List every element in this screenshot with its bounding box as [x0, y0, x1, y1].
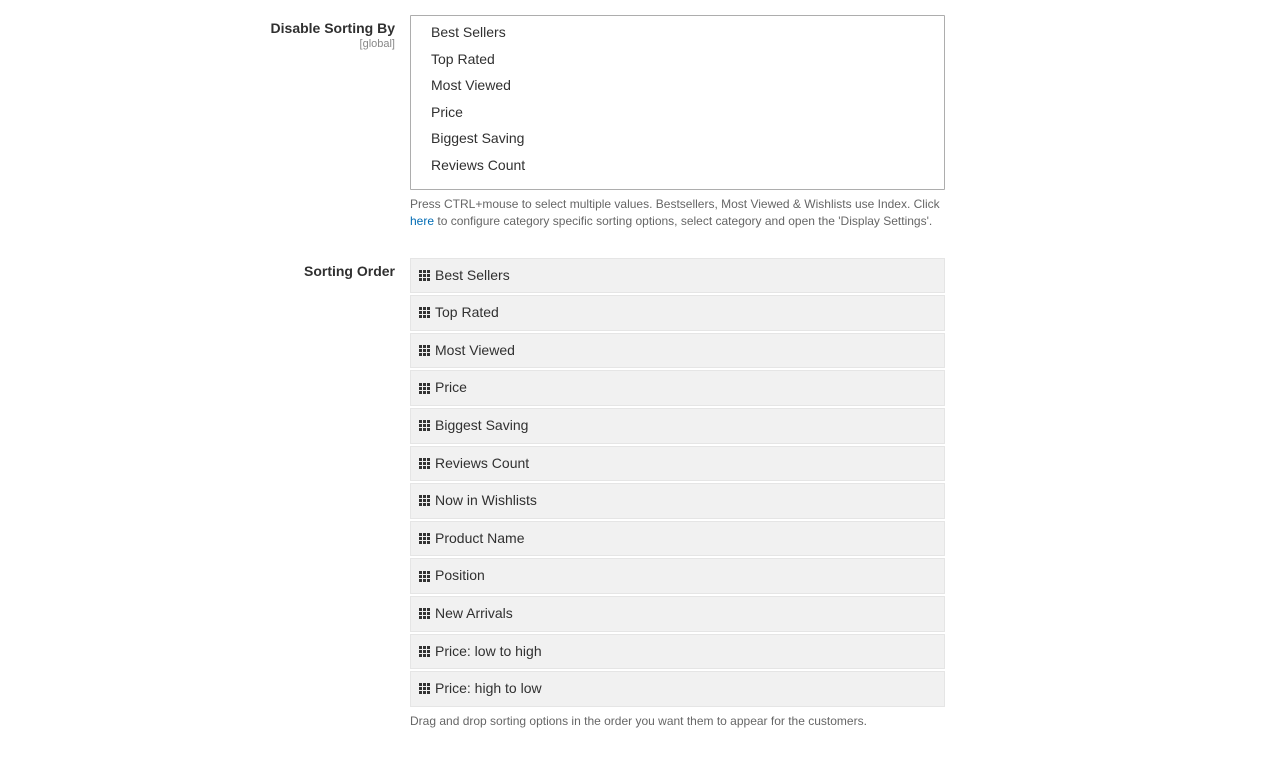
sortable-item[interactable]: Best Sellers: [410, 258, 945, 294]
sortable-item-label: Now in Wishlists: [435, 491, 537, 511]
grip-icon: [419, 533, 430, 544]
multiselect-option[interactable]: Top Rated: [411, 47, 944, 74]
multiselect-option[interactable]: Biggest Saving: [411, 126, 944, 153]
sorting-order-help: Drag and drop sorting options in the ord…: [410, 713, 945, 730]
sortable-item-label: Reviews Count: [435, 454, 529, 474]
sorting-order-label: Sorting Order: [304, 263, 395, 279]
sortable-item-label: New Arrivals: [435, 604, 513, 624]
sortable-item[interactable]: Position: [410, 558, 945, 594]
sortable-item-label: Price: [435, 378, 467, 398]
disable-sorting-label: Disable Sorting By: [271, 20, 395, 36]
sortable-item[interactable]: Now in Wishlists: [410, 483, 945, 519]
sorting-order-row: Sorting Order Best Sellers Top Rated Mos…: [0, 258, 1272, 730]
sortable-item[interactable]: Price: [410, 370, 945, 406]
sortable-item-label: Most Viewed: [435, 341, 515, 361]
grip-icon: [419, 420, 430, 431]
sortable-item[interactable]: Most Viewed: [410, 333, 945, 369]
grip-icon: [419, 307, 430, 318]
sortable-item-label: Product Name: [435, 529, 524, 549]
multiselect-option[interactable]: Price: [411, 100, 944, 127]
sortable-item[interactable]: Biggest Saving: [410, 408, 945, 444]
disable-sorting-label-col: Disable Sorting By [global]: [0, 15, 410, 230]
disable-sorting-scope: [global]: [0, 37, 395, 51]
sortable-item-label: Price: high to low: [435, 679, 542, 699]
multiselect-option[interactable]: Best Sellers: [411, 20, 944, 47]
sortable-item-label: Top Rated: [435, 303, 499, 323]
sortable-item[interactable]: New Arrivals: [410, 596, 945, 632]
sorting-order-label-col: Sorting Order: [0, 258, 410, 730]
sortable-item[interactable]: Product Name: [410, 521, 945, 557]
grip-icon: [419, 345, 430, 356]
grip-icon: [419, 495, 430, 506]
sortable-item[interactable]: Reviews Count: [410, 446, 945, 482]
grip-icon: [419, 383, 430, 394]
sorting-order-list: Best Sellers Top Rated Most Viewed Price…: [410, 258, 945, 707]
disable-sorting-help: Press CTRL+mouse to select multiple valu…: [410, 196, 945, 230]
sorting-order-field: Best Sellers Top Rated Most Viewed Price…: [410, 258, 945, 730]
grip-icon: [419, 608, 430, 619]
grip-icon: [419, 683, 430, 694]
grip-icon: [419, 270, 430, 281]
help-text-part2: to configure category specific sorting o…: [434, 214, 932, 228]
disable-sorting-multiselect[interactable]: Best Sellers Top Rated Most Viewed Price…: [410, 15, 945, 190]
disable-sorting-field: Best Sellers Top Rated Most Viewed Price…: [410, 15, 945, 230]
sortable-item-label: Position: [435, 566, 485, 586]
disable-sorting-row: Disable Sorting By [global] Best Sellers…: [0, 15, 1272, 230]
grip-icon: [419, 646, 430, 657]
grip-icon: [419, 458, 430, 469]
sortable-item[interactable]: Price: low to high: [410, 634, 945, 670]
help-link[interactable]: here: [410, 214, 434, 228]
help-text-part1: Press CTRL+mouse to select multiple valu…: [410, 197, 940, 211]
sortable-item-label: Price: low to high: [435, 642, 542, 662]
sortable-item[interactable]: Price: high to low: [410, 671, 945, 707]
sortable-item-label: Biggest Saving: [435, 416, 528, 436]
multiselect-option[interactable]: Reviews Count: [411, 153, 944, 180]
grip-icon: [419, 571, 430, 582]
sortable-item-label: Best Sellers: [435, 266, 510, 286]
multiselect-option[interactable]: Most Viewed: [411, 73, 944, 100]
sortable-item[interactable]: Top Rated: [410, 295, 945, 331]
